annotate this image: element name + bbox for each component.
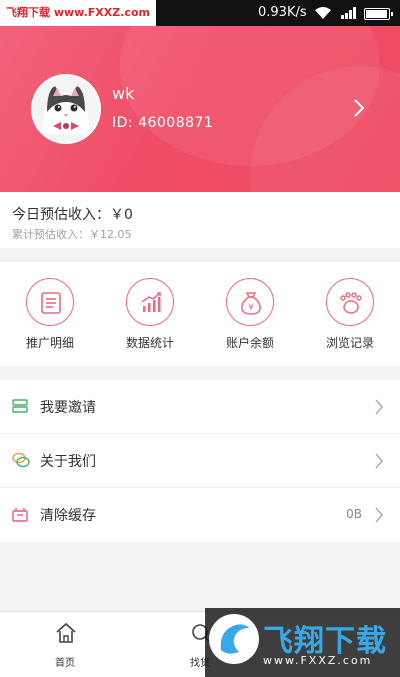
chart-icon — [141, 292, 161, 312]
menu-label: 我要邀请 — [40, 400, 96, 416]
chevron-right-icon — [375, 507, 384, 523]
settings-menu: 我要邀请 关于我们 清除缓存 0B — [0, 380, 400, 542]
net-speed: 0.93K/s — [258, 5, 307, 20]
home-icon — [56, 622, 76, 643]
grid-item-browse-history[interactable]: 浏览记录 — [310, 278, 390, 358]
menu-label: 清除缓存 — [40, 508, 96, 524]
today-income: 今日预估收入：￥0 — [12, 207, 133, 223]
grid-item-data-statistics[interactable]: 数据统计 — [110, 278, 190, 358]
total-income: 累计预估收入：￥12.05 — [12, 228, 132, 241]
profile-header[interactable]: wk ID: 46008871 — [0, 26, 400, 192]
money-bag-icon: ¥ — [241, 292, 261, 315]
chevron-right-icon — [375, 453, 384, 469]
watermark-top: 飞翔下载 www.FXXZ.com — [0, 0, 156, 26]
watermark-logo-icon — [220, 624, 249, 654]
signal-icon — [341, 7, 356, 19]
svg-text:¥: ¥ — [248, 303, 254, 313]
battery-icon — [364, 8, 393, 20]
cache-size: 0B — [346, 507, 362, 521]
menu-item-about-us[interactable]: 关于我们 — [0, 434, 400, 488]
tab-home[interactable]: 首页 — [35, 620, 95, 670]
tab-label: 首页 — [55, 658, 75, 669]
chat-icon — [12, 452, 30, 468]
watermark-logo — [209, 614, 259, 664]
menu-item-clear-cache[interactable]: 清除缓存 0B — [0, 488, 400, 542]
grid-label: 浏览记录 — [325, 336, 374, 350]
wifi-icon — [315, 7, 331, 19]
grid-label: 账户余额 — [225, 336, 274, 350]
grid-label: 数据统计 — [125, 336, 174, 350]
document-icon — [41, 292, 61, 314]
function-grid: 推广明细 数据统计 ¥ 账户余额 浏览记录 — [0, 262, 400, 366]
cat-avatar-icon — [33, 76, 99, 142]
user-id: ID: 46008871 — [112, 115, 214, 131]
grid-item-account-balance[interactable]: ¥ 账户余额 — [210, 278, 290, 358]
menu-label: 关于我们 — [40, 454, 96, 470]
grid-item-promotion-details[interactable]: 推广明细 — [10, 278, 90, 358]
watermark-url: www.FXXZ.com — [263, 654, 373, 667]
avatar[interactable] — [31, 74, 101, 144]
footprint-icon — [340, 292, 362, 314]
watermark-bottom: 飞翔下载 www.FXXZ.com — [205, 608, 400, 677]
status-bar: 飞翔下载 www.FXXZ.com 0.93K/s — [0, 0, 400, 26]
income-panel: 今日预估收入：￥0 累计预估收入：￥12.05 — [0, 192, 400, 248]
invite-icon — [12, 399, 28, 413]
username: wk — [112, 84, 135, 103]
menu-item-invite[interactable]: 我要邀请 — [0, 380, 400, 434]
chevron-right-icon[interactable] — [352, 98, 366, 118]
grid-label: 推广明细 — [25, 336, 74, 350]
chevron-right-icon — [375, 399, 384, 415]
cache-icon — [12, 508, 28, 522]
